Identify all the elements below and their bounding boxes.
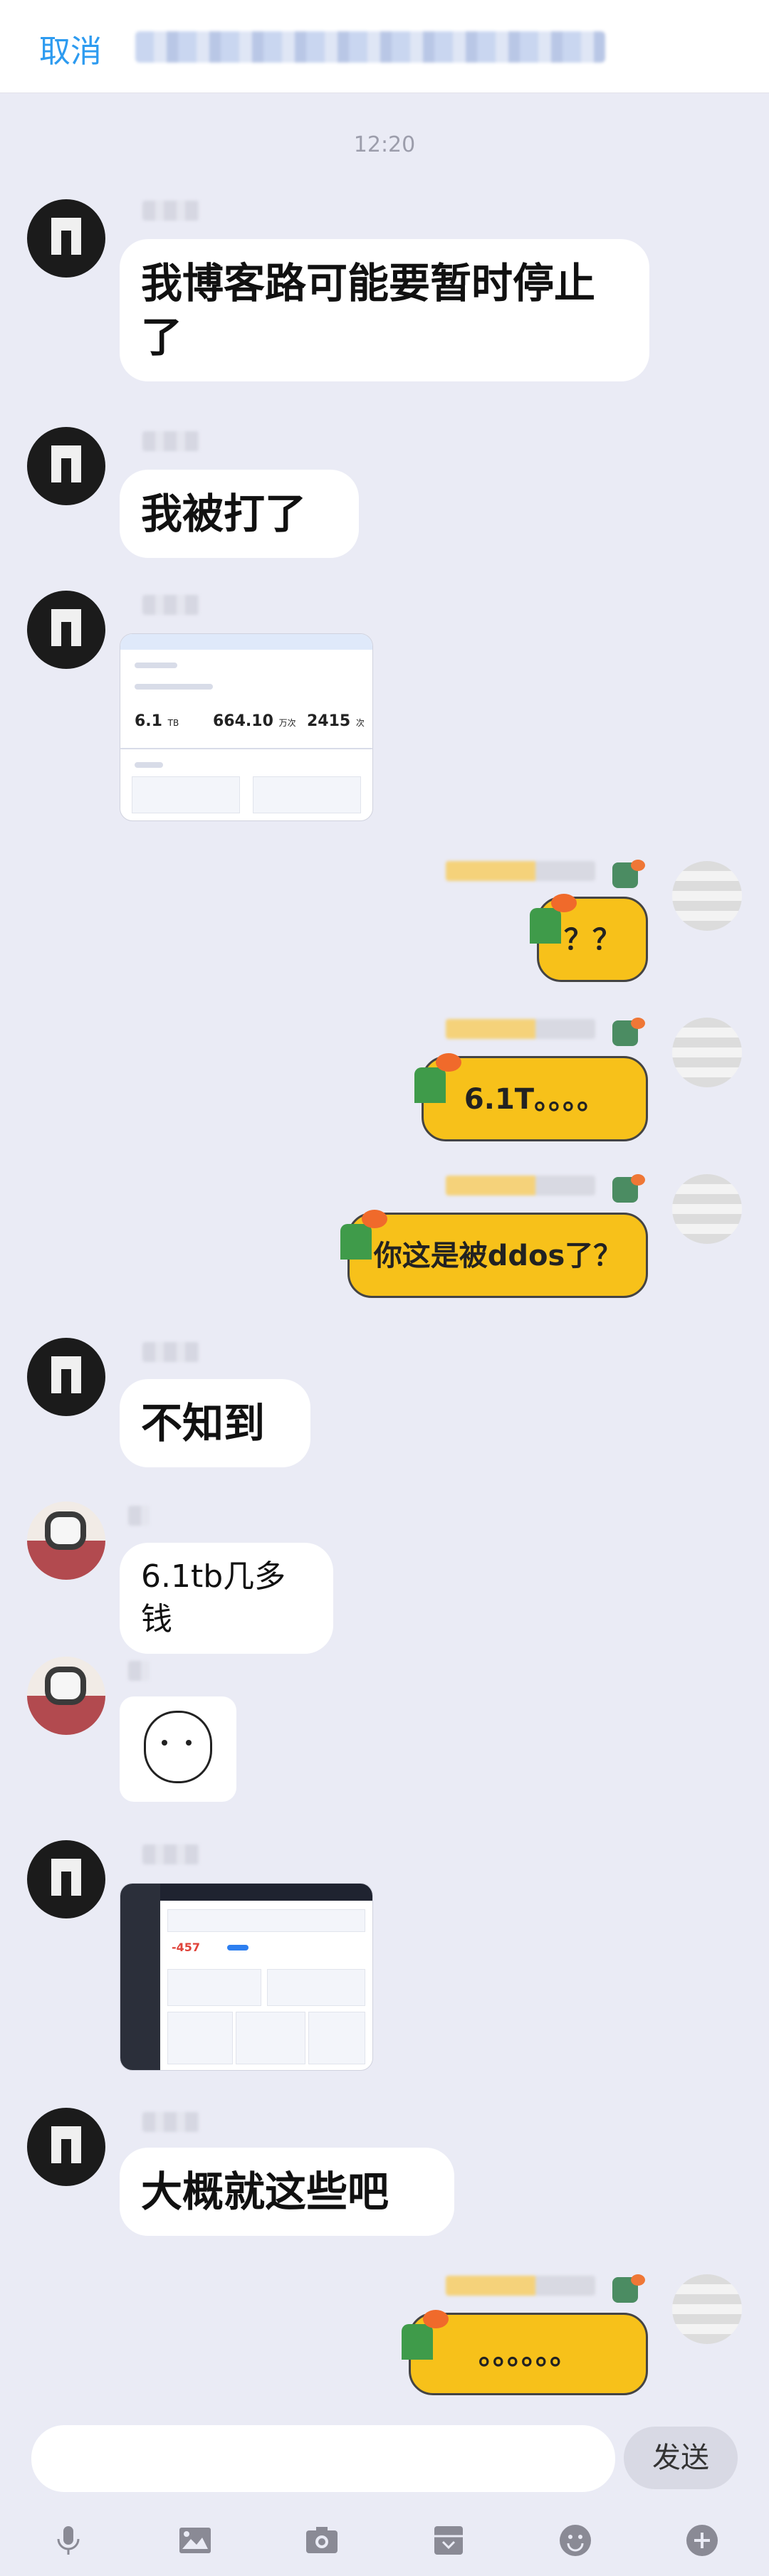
screenshot-topbar [160,1884,372,1901]
message-bubble[interactable]: 我被打了 [120,470,359,558]
sender-name-blurred [142,201,199,221]
message-timestamp: 12:20 [353,132,416,157]
chat-header: 取消 [0,0,769,93]
avatar[interactable] [672,1018,742,1087]
message-text: 我博客路可能要暂时停止了 [141,259,596,361]
sender-badge-icon [612,1174,645,1203]
screenshot-value: -457 [172,1941,201,1954]
message-text: 不知到 [141,1399,266,1447]
image-message[interactable]: -457 [120,1883,373,2071]
avatar[interactable] [27,1840,105,1918]
sender-name-blurred [142,1342,199,1362]
sender-name-blurred [142,1844,199,1864]
message-text: 6.1tb几多钱 [141,1558,286,1637]
chat-title-blurred [135,31,605,63]
message-bubble[interactable]: 我博客路可能要暂时停止了 [120,239,649,381]
message-text: ？？ [564,924,621,956]
bubble-decoration-icon [414,1053,461,1103]
sender-name-blurred [142,431,199,451]
message-text: 6.1T。。。。 [464,1083,606,1116]
stat-value: 6.1 [135,712,162,730]
sender-name-blurred [128,1661,150,1681]
avatar[interactable] [27,199,105,278]
image-icon[interactable] [175,2520,215,2560]
image-message[interactable]: 6.1 TB 664.10 万次 2415 次 [120,633,373,821]
stat-unit: 次 [355,718,365,728]
sender-name-blurred [446,2276,595,2296]
message-input[interactable] [31,2425,615,2492]
message-text: 大概就这些吧 [141,2168,389,2216]
sender-name-blurred [446,861,595,881]
bubble-decoration-icon [340,1210,387,1260]
sender-name-blurred [142,595,199,615]
favorite-icon[interactable] [429,2520,469,2560]
bubble-decoration-icon [530,894,577,944]
microphone-icon[interactable] [48,2520,88,2560]
sender-name-blurred [128,1506,150,1526]
avatar[interactable] [27,1338,105,1416]
camera-icon[interactable] [302,2520,342,2560]
avatar[interactable] [27,591,105,669]
input-toolbar [0,2512,769,2576]
send-button[interactable]: 发送 [624,2427,738,2489]
message-text: 。。。。。。 [478,2338,578,2371]
avatar[interactable] [27,2108,105,2186]
sender-name-blurred [446,1176,595,1195]
stat-unit: 万次 [278,718,296,728]
message-text: 我被打了 [141,490,307,538]
avatar[interactable] [27,427,105,505]
stat-value: 2415 [307,712,351,730]
sender-name-blurred [142,2112,199,2132]
screenshot-banner [120,634,372,650]
stat-unit: TB [167,718,179,728]
sender-name-blurred [446,1019,595,1039]
bear-sticker-icon [144,1711,212,1783]
message-bubble[interactable]: 大概就这些吧 [120,2148,454,2236]
sender-badge-icon [612,860,645,888]
message-bubble[interactable]: 6.1tb几多钱 [120,1543,333,1654]
message-bubble[interactable]: 你这是被ddos了？ [347,1213,648,1298]
message-text: 你这是被ddos了？ [373,1240,622,1272]
message-bubble[interactable]: 不知到 [120,1379,310,1467]
avatar[interactable] [672,861,742,931]
cancel-button[interactable]: 取消 [39,26,102,71]
emoji-icon[interactable] [555,2520,595,2560]
plus-icon[interactable] [682,2520,722,2560]
avatar[interactable] [27,1657,105,1735]
avatar[interactable] [672,2274,742,2344]
screenshot-sidebar [120,1884,160,2070]
sender-badge-icon [612,1018,645,1046]
bubble-decoration-icon [402,2310,449,2360]
avatar[interactable] [672,1174,742,1244]
stat-value: 664.10 [213,712,273,730]
avatar[interactable] [27,1501,105,1580]
sender-badge-icon [612,2274,645,2303]
sticker-message[interactable] [120,1696,236,1802]
